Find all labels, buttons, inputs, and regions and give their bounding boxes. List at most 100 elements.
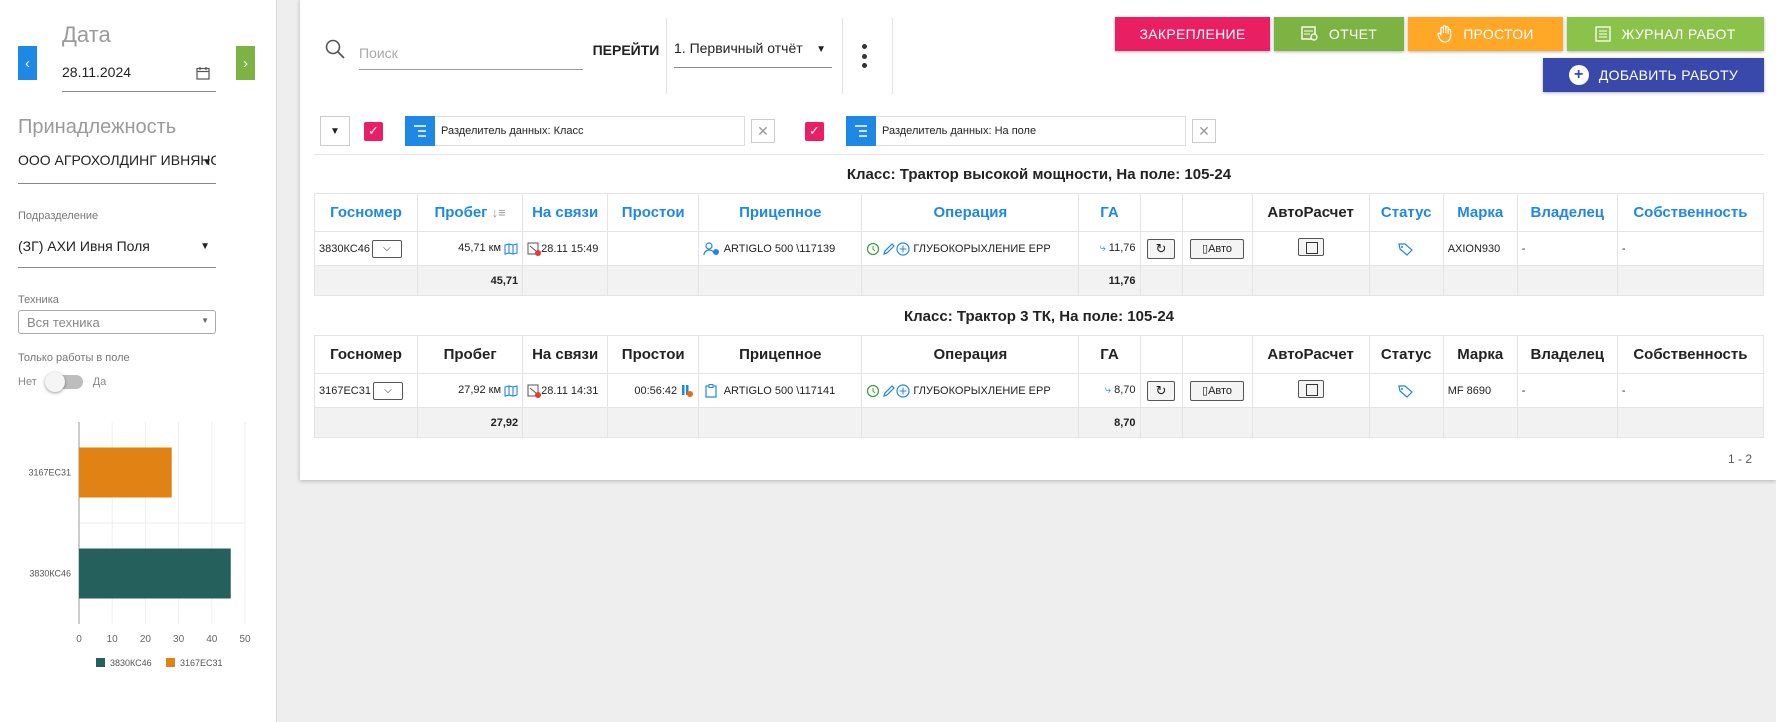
- cell-ga: ⤷ 8,70: [1078, 373, 1141, 408]
- date-field[interactable]: 28.11.2024: [62, 62, 216, 92]
- col-owner[interactable]: Владелец: [1516, 193, 1618, 232]
- edit-icon[interactable]: [882, 242, 896, 256]
- cell-idle: 00:56:42: [607, 373, 700, 408]
- report-value: 1. Первичный отчёт: [674, 40, 803, 56]
- close-icon[interactable]: ✕: [751, 119, 775, 143]
- col-online[interactable]: На связи: [522, 335, 609, 374]
- more-menu-icon[interactable]: [860, 44, 868, 68]
- ownership-select[interactable]: ООО АГРОХОЛДИНГ ИВНЯНСІ ▼: [18, 152, 216, 184]
- add-circle-icon[interactable]: [896, 383, 910, 398]
- group-checkbox-class[interactable]: ✓: [364, 121, 383, 141]
- calendar-icon[interactable]: [196, 66, 210, 80]
- x-tick-label: 30: [173, 634, 185, 645]
- search-input[interactable]: [359, 36, 583, 70]
- work-log-button[interactable]: ЖУРНАЛ РАБОТ: [1567, 17, 1764, 51]
- col-online[interactable]: На связи: [522, 193, 609, 232]
- x-tick-label: 10: [107, 634, 119, 645]
- group-dropdown-button[interactable]: ▼: [320, 116, 350, 146]
- tag-icon[interactable]: [1398, 242, 1414, 256]
- col-owner[interactable]: Владелец: [1516, 335, 1618, 374]
- cell-property: -: [1616, 231, 1765, 266]
- auto-button[interactable]: ▯Авто: [1190, 380, 1245, 401]
- col-operation[interactable]: Операция: [861, 335, 1080, 374]
- trailer-value: ARTIGLO 500 \117141: [723, 384, 836, 397]
- sort-desc-icon[interactable]: ↓≡: [492, 205, 506, 220]
- y-tick-label: 3167ЕС31: [28, 468, 71, 478]
- turn-arrow-icon: ⤷: [1099, 242, 1106, 254]
- separator-icon: [846, 116, 876, 146]
- tag-icon[interactable]: [1398, 384, 1414, 398]
- x-tick-label: 40: [206, 634, 218, 645]
- divider: [666, 18, 667, 94]
- report-button[interactable]: ОТЧЕТ: [1274, 17, 1404, 51]
- map-icon[interactable]: [504, 384, 518, 397]
- col-mileage[interactable]: Пробег: [417, 335, 524, 374]
- add-work-button[interactable]: + ДОБАВИТЬ РАБОТУ: [1543, 58, 1764, 92]
- col-idle[interactable]: Простои: [607, 193, 700, 232]
- legend-swatch: [96, 658, 105, 667]
- prev-date-button[interactable]: ‹: [18, 46, 37, 80]
- edit-icon[interactable]: [882, 384, 896, 398]
- list-icon: [1595, 26, 1612, 42]
- sum-ga: 11,76: [1078, 265, 1141, 296]
- col-ga[interactable]: ГА: [1078, 193, 1141, 232]
- group-chip-field: Разделитель данных: На поле: [846, 116, 1186, 146]
- table-row[interactable]: 3167ЕС31 ⌵ 27,92 км 28.11 14:31 00:56:42 …: [313, 373, 1765, 408]
- toggle-off-label: Нет: [18, 376, 37, 388]
- tech-placeholder: Вся техника: [27, 315, 100, 330]
- cell-ga: ⤷ 11,76: [1078, 231, 1141, 266]
- col-status[interactable]: Статус: [1368, 335, 1444, 374]
- work-log-label: ЖУРНАЛ РАБОТ: [1621, 26, 1736, 42]
- go-button[interactable]: ПЕРЕЙТИ: [586, 38, 666, 62]
- col-gos[interactable]: Госномер: [313, 335, 419, 374]
- idle-button[interactable]: ПРОСТОИ: [1408, 17, 1563, 51]
- col-trailer[interactable]: Прицепное: [698, 335, 863, 374]
- pin-label: ЗАКРЕПЛЕНИЕ: [1139, 26, 1246, 42]
- col-gos[interactable]: Госномер: [313, 193, 419, 232]
- col-idle[interactable]: Простои: [607, 335, 700, 374]
- refresh-button[interactable]: ↻: [1147, 380, 1176, 401]
- cell-owner: -: [1516, 373, 1618, 408]
- divider: [842, 18, 843, 94]
- close-icon[interactable]: ✕: [1192, 119, 1216, 143]
- table-row[interactable]: 3830КС46 ⌵ 45,71 км 28.11 15:49 ARTIGLO 5…: [313, 231, 1765, 266]
- online-value: 28.11 15:49: [541, 242, 599, 255]
- expand-row-button[interactable]: ⌵: [373, 381, 403, 400]
- autocalc-checkbox[interactable]: [1297, 380, 1324, 398]
- group-title: Класс: Трактор высокой мощности, На поле…: [846, 166, 1232, 183]
- operation-status-icon[interactable]: [866, 384, 882, 398]
- tech-select[interactable]: Вся техника ▼: [18, 310, 216, 334]
- legend-label: 3830КС46: [110, 658, 152, 668]
- expand-row-button[interactable]: ⌵: [371, 239, 402, 258]
- col-autocalc: АвтоРасчет: [1251, 335, 1370, 374]
- pause-icon: [682, 384, 694, 397]
- operation-status-icon[interactable]: [866, 242, 882, 256]
- col-mileage[interactable]: Пробег ↓≡: [417, 193, 524, 232]
- fieldwork-toggle[interactable]: [44, 372, 83, 392]
- separator-icon: [405, 116, 435, 146]
- add-circle-icon[interactable]: [896, 241, 910, 256]
- col-operation[interactable]: Операция: [861, 193, 1080, 232]
- group-title: Класс: Трактор 3 ТК, На поле: 105-24: [903, 308, 1174, 325]
- col-brand[interactable]: Марка: [1442, 335, 1518, 374]
- report-select[interactable]: 1. Первичный отчёт ▼: [674, 36, 832, 68]
- auto-button[interactable]: ▯Авто: [1190, 238, 1245, 259]
- sidebar: Дата ‹ 28.11.2024 › Принадлежность ООО А…: [0, 0, 277, 722]
- col-status[interactable]: Статус: [1368, 193, 1444, 232]
- gos-value: 3167ЕС31: [319, 384, 371, 397]
- col-trailer[interactable]: Прицепное: [698, 193, 863, 232]
- col-brand[interactable]: Марка: [1442, 193, 1518, 232]
- pin-button[interactable]: ЗАКРЕПЛЕНИЕ: [1115, 17, 1270, 51]
- refresh-button[interactable]: ↻: [1147, 238, 1176, 259]
- group-checkbox-field[interactable]: ✓: [805, 121, 824, 141]
- next-date-button[interactable]: ›: [236, 46, 255, 80]
- col-empty: [1139, 335, 1183, 374]
- col-property[interactable]: Собственность: [1616, 335, 1765, 374]
- col-property[interactable]: Собственность: [1616, 193, 1765, 232]
- autocalc-checkbox[interactable]: [1297, 238, 1324, 256]
- trailer-value: ARTIGLO 500 \117139: [723, 242, 836, 255]
- dept-select[interactable]: (ЗГ) АХИ Ивня Поля ▼: [18, 232, 216, 268]
- map-icon[interactable]: [504, 242, 518, 255]
- col-empty: [1181, 335, 1253, 374]
- col-ga[interactable]: ГА: [1078, 335, 1141, 374]
